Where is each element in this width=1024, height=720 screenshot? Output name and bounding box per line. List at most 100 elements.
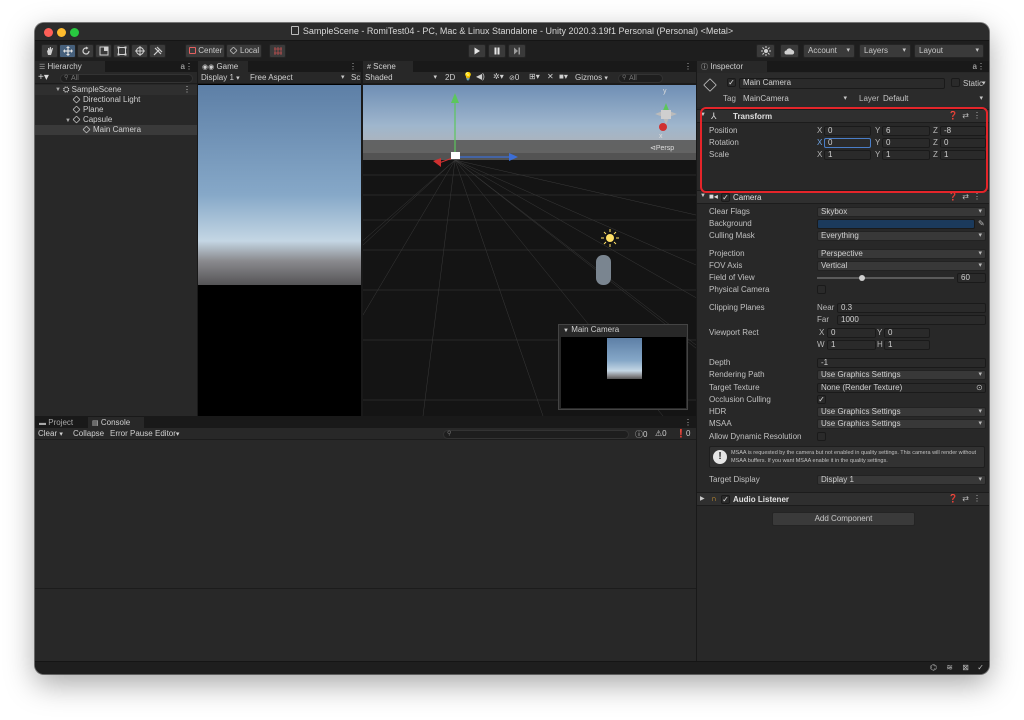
hand-tool-button[interactable] — [41, 44, 58, 58]
fov-slider-handle[interactable] — [859, 275, 865, 281]
editor-dropdown[interactable]: Editor▾ — [155, 429, 179, 438]
viewport-x-field[interactable]: 0 — [827, 328, 876, 338]
transform-tool-button[interactable] — [131, 44, 148, 58]
hierarchy-item-plane[interactable]: Plane — [35, 105, 197, 115]
more-options-icon[interactable]: ⋮ — [183, 85, 191, 95]
custom-tool-button[interactable] — [149, 44, 166, 58]
pause-button[interactable] — [488, 44, 506, 58]
display-dropdown[interactable]: Display 1 ▾ — [201, 73, 240, 82]
near-clip-field[interactable]: 0.3 — [837, 303, 986, 313]
audio-listener-enabled-checkbox[interactable]: ✓ — [721, 495, 730, 504]
occlusion-culling-checkbox[interactable]: ✓ — [817, 395, 826, 404]
space-toggle-button[interactable]: Local — [226, 44, 262, 58]
grid-snap-button[interactable] — [269, 44, 286, 58]
hierarchy-item-directional-light[interactable]: Directional Light — [35, 95, 197, 105]
msaa-dropdown[interactable]: Use Graphics Settings — [817, 419, 986, 429]
lighting-toggle-icon[interactable]: 💡 — [463, 72, 473, 81]
move-tool-button[interactable] — [59, 44, 76, 58]
more-options-icon[interactable]: ⋮ — [185, 62, 193, 71]
fov-axis-dropdown[interactable]: Vertical — [817, 261, 986, 271]
more-options-icon[interactable]: ⋮ — [977, 62, 985, 71]
console-log-area[interactable] — [35, 441, 696, 661]
fov-value-field[interactable]: 60 — [957, 273, 986, 283]
more-options-icon[interactable]: ⋮ — [684, 418, 692, 427]
hierarchy-item-main-camera[interactable]: Main Camera — [35, 125, 197, 135]
rendering-path-dropdown[interactable]: Use Graphics Settings — [817, 370, 986, 380]
error-count-toggle[interactable]: ❗0 — [676, 429, 690, 438]
audio-listener-header[interactable]: ▶ ∩ ✓ Audio Listener ❓⇄⋮ — [697, 492, 989, 506]
cache-server-icon[interactable]: ≋ — [946, 663, 953, 672]
rect-tool-button[interactable] — [113, 44, 130, 58]
scene-visibility-toggle[interactable]: ⊘0 — [509, 73, 519, 82]
log-count-toggle[interactable]: ⓘ0 — [635, 429, 647, 440]
tab-hierarchy[interactable]: ☰ Hierarchy — [35, 61, 105, 72]
collab-status-icon[interactable]: ⊠ — [962, 663, 969, 672]
cloud-services-button[interactable] — [780, 44, 799, 58]
object-picker-icon[interactable]: ⊙ — [976, 382, 983, 394]
component-actions[interactable]: ❓⇄⋮ — [948, 494, 985, 503]
gizmos-dropdown[interactable]: Gizmos ▾ — [575, 73, 608, 82]
scene-search-input[interactable]: ⚲ All — [618, 74, 663, 83]
scene-viewport[interactable]: y x ⊲Persp ▼ Main Camera — [363, 85, 696, 416]
target-display-dropdown[interactable]: Display 1 — [817, 475, 986, 485]
play-button[interactable] — [468, 44, 486, 58]
projection-dropdown[interactable]: Perspective — [817, 249, 986, 259]
step-button[interactable] — [508, 44, 526, 58]
warning-count-toggle[interactable]: ⚠0 — [655, 429, 667, 438]
auto-generate-lighting-icon[interactable]: ⌬ — [930, 663, 937, 672]
tag-dropdown[interactable]: MainCamera ▾ — [743, 94, 847, 103]
more-options-icon[interactable]: ⋮ — [684, 62, 692, 71]
hierarchy-item-capsule[interactable]: ▼ Capsule — [35, 115, 197, 125]
expand-arrow-icon[interactable]: ▼ — [55, 85, 61, 95]
scale-tool-button[interactable] — [95, 44, 112, 58]
layout-dropdown[interactable]: Layout ▾ — [914, 44, 984, 58]
camera-settings-icon[interactable]: ⊞▾ — [529, 72, 540, 81]
toggle-2d-button[interactable]: 2D — [445, 73, 455, 82]
more-options-icon[interactable]: ⋮ — [349, 62, 357, 71]
far-clip-field[interactable]: 1000 — [837, 315, 986, 325]
active-checkbox[interactable]: ✓ — [727, 78, 736, 87]
tab-game[interactable]: ◉◉ Game — [198, 61, 248, 72]
account-dropdown[interactable]: Account ▾ — [803, 44, 855, 58]
camera-enabled-checkbox[interactable]: ✓ — [721, 193, 730, 202]
clear-flags-dropdown[interactable]: Skybox — [817, 207, 986, 217]
layers-dropdown[interactable]: Layers ▾ — [859, 44, 911, 58]
eyedropper-icon[interactable]: ✎ — [978, 218, 985, 230]
static-checkbox[interactable] — [951, 78, 960, 87]
culling-mask-dropdown[interactable]: Everything — [817, 231, 986, 241]
pivot-toggle-button[interactable]: Center — [185, 44, 225, 58]
expand-arrow-icon[interactable]: ▼ — [65, 118, 71, 124]
target-texture-field[interactable]: None (Render Texture) — [817, 383, 986, 393]
tools-toggle-icon[interactable]: ✕ — [547, 72, 554, 81]
add-component-button[interactable]: Add Component — [772, 512, 915, 526]
perspective-toggle[interactable]: ⊲Persp — [650, 144, 674, 152]
console-search-input[interactable]: ⚲ — [443, 430, 629, 439]
tab-project[interactable]: ▬ Project — [35, 417, 87, 428]
shading-mode-dropdown[interactable]: Shaded ▾ — [365, 73, 437, 82]
object-name-field[interactable]: Main Camera — [739, 78, 945, 89]
create-plus-button[interactable]: +▾ — [38, 72, 49, 83]
viewport-w-field[interactable]: 1 — [827, 340, 876, 350]
hierarchy-search-input[interactable]: ⚲ All — [60, 74, 193, 83]
hdr-dropdown[interactable]: Use Graphics Settings — [817, 407, 986, 417]
foldout-arrow-icon[interactable]: ▼ — [700, 193, 706, 199]
game-view-render[interactable] — [198, 85, 361, 285]
tab-console[interactable]: ▤ Console — [88, 417, 144, 428]
tab-inspector[interactable]: ⓘ Inspector — [697, 61, 767, 72]
collab-button[interactable] — [756, 44, 775, 58]
background-color-swatch[interactable] — [817, 219, 975, 229]
error-pause-button[interactable]: Error Pause — [110, 429, 153, 438]
dynamic-resolution-checkbox[interactable] — [817, 432, 826, 441]
progress-check-icon[interactable]: ✓ — [977, 663, 984, 672]
viewport-h-field[interactable]: 1 — [884, 340, 930, 350]
collapse-button[interactable]: Collapse — [73, 429, 104, 438]
physical-camera-checkbox[interactable] — [817, 285, 826, 294]
effects-dropdown[interactable]: ✲▾ — [493, 72, 504, 81]
foldout-arrow-icon[interactable]: ▶ — [700, 495, 705, 502]
depth-field[interactable]: -1 — [817, 358, 986, 368]
camera-dropdown-icon[interactable]: ■▾ — [559, 72, 568, 81]
viewport-y-field[interactable]: 0 — [884, 328, 930, 338]
hierarchy-item-samplescene[interactable]: ▼ ⛭ SampleScene ⋮ — [35, 85, 197, 95]
audio-toggle-icon[interactable]: ◀) — [476, 72, 485, 81]
clear-button[interactable]: Clear ▾ — [38, 429, 63, 438]
